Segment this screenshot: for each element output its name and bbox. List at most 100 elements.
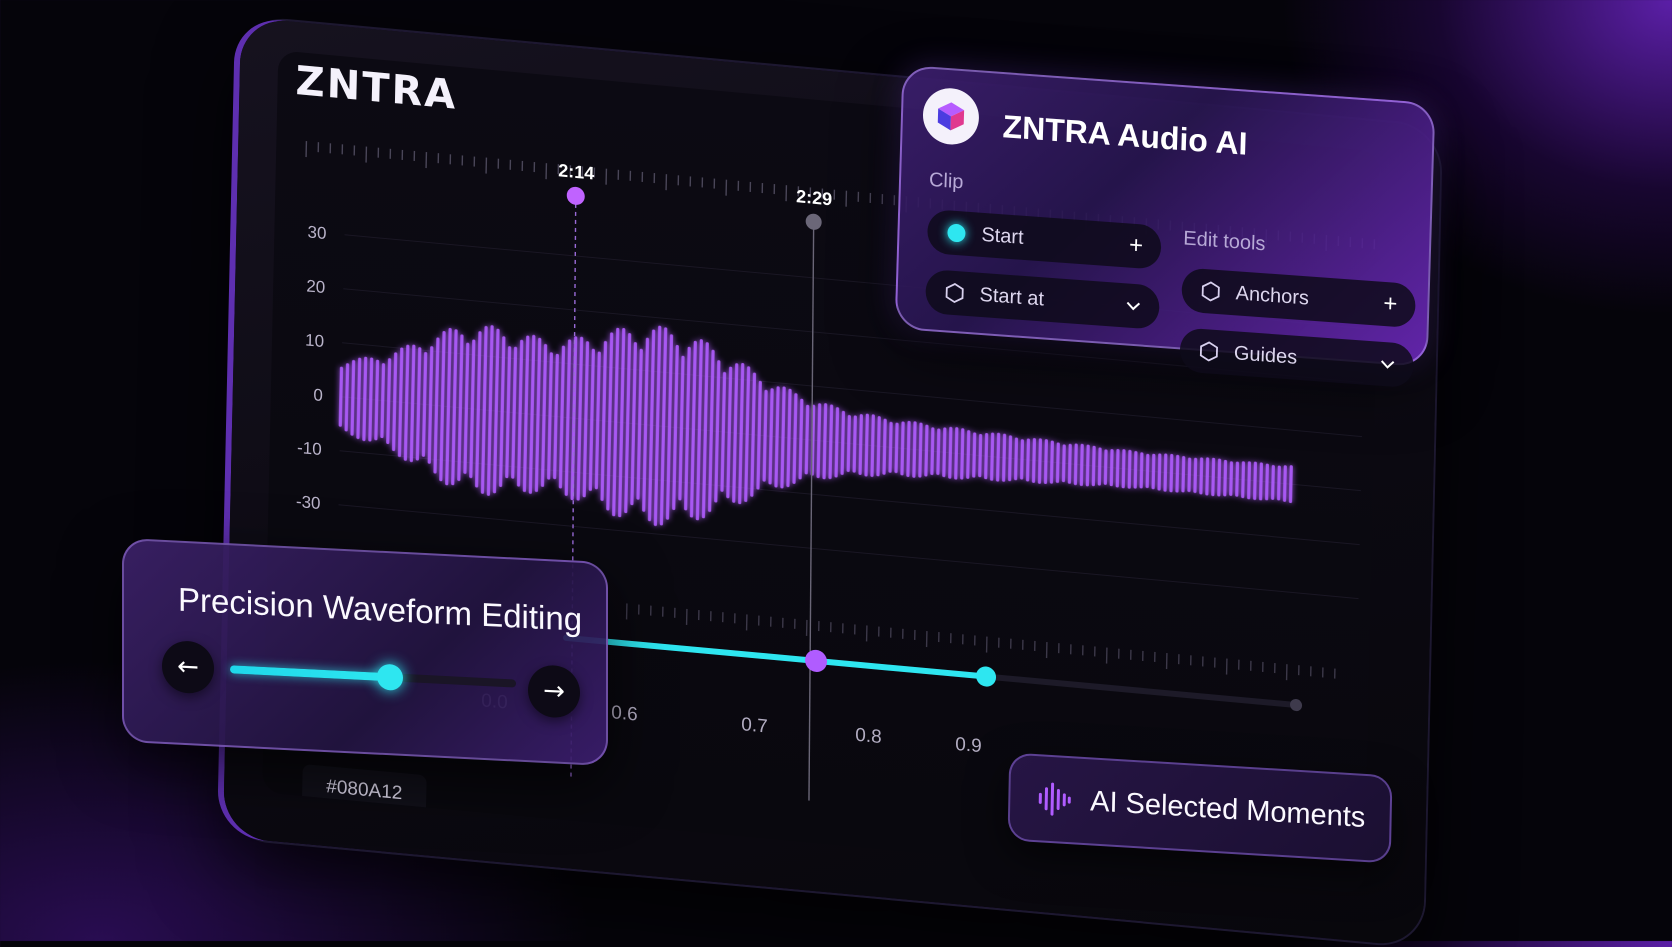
waveform-bar [614,329,618,514]
plus-icon[interactable]: + [1129,231,1144,260]
waveform-bar [1255,463,1256,498]
waveform-bar [459,336,462,479]
waveform-bar [578,338,582,499]
waveform-bar [728,368,731,496]
waveform-bar [710,351,713,510]
anchors-pill[interactable]: Anchors + [1181,267,1416,328]
clip-start-at-label: Start at [979,283,1044,311]
prev-arrow-button[interactable]: ← [162,640,214,695]
precision-title: Precision Waveform Editing [178,581,582,639]
waveform-bar [1039,440,1040,482]
timeline-end-dot [1290,699,1302,712]
waveform-bar [602,343,605,500]
waveform-bar [1219,460,1220,495]
marker-time-label: 2:29 [796,186,832,209]
plus-icon[interactable]: + [1383,290,1398,319]
timeline-playhead [805,649,827,673]
waveform-bar [758,382,760,487]
waveform-bar [776,388,778,486]
precision-slider-fill [230,665,390,681]
waveform-bar [465,344,468,472]
waveform-bar [1171,456,1172,491]
waveform-bar [1034,440,1035,482]
x-tick-label: 0.7 [741,714,768,737]
waveform-bar [572,338,576,499]
waveform-bar [1069,445,1070,482]
waveform-bar [1279,467,1280,499]
waveform-bar [830,406,832,477]
waveform-bar [1123,451,1124,487]
waveform-bar [1237,463,1238,495]
waveform-bar [806,406,807,472]
clip-start-pill[interactable]: Start + [927,209,1162,270]
waveform-bar [382,365,384,437]
clip-start-at-pill[interactable]: Start at [925,269,1160,330]
waveform-bar [1183,458,1184,491]
waveform-bar [932,429,933,473]
waveform-bar [667,336,671,518]
waveform-bar [884,420,885,473]
waveform-bar [794,395,796,483]
precision-slider-thumb[interactable] [377,664,403,691]
waveform-bar [854,417,855,471]
waveform-bar [986,435,987,478]
waveform-bar [974,434,975,476]
waveform-bar [364,358,366,439]
waveform-bar [435,339,438,472]
waveform-bar [1231,463,1232,494]
precision-slider[interactable] [230,665,516,687]
waveform-bar [746,368,749,500]
waveform-bar [507,348,510,477]
x-tick-label: 0.6 [611,702,638,725]
waveform-bar [1243,463,1244,497]
waveform-bar [417,349,419,459]
waveform-bar [596,353,599,488]
waveform-bar [388,360,390,443]
waveform-bar [722,374,725,491]
waveform-bar [902,423,903,474]
waveform-bar [1004,435,1005,480]
waveform-bar [908,423,909,476]
waveform-bar [1111,451,1112,485]
chevron-down-icon[interactable] [1125,300,1141,311]
waveform-bar [1159,455,1160,489]
waveform-bar [1075,445,1076,483]
waveform-bar [1177,456,1178,490]
marker-handle [567,186,585,206]
waveform-bar [1189,459,1190,490]
waveform-bar [519,341,522,485]
waveform-bar [896,424,897,471]
clip-label: Clip [929,169,964,194]
waveform-bar [638,350,641,498]
waveform-bar [370,359,372,440]
waveform-bar [697,341,701,519]
waveform-bar [1099,449,1100,484]
waveform-bar [1045,441,1046,483]
marker-time-label: 2:14 [558,160,594,183]
waveform-bar [956,429,957,478]
edit-tools-label: Edit tools [1183,227,1266,256]
waveform-bar [376,361,378,438]
ai-panel: ZNTRA Audio AI Clip Edit tools Start + S… [895,65,1436,367]
waveform-bar [1010,437,1011,480]
waveform-bar [590,350,593,489]
waveform-bar [703,344,707,517]
waveform-bar [536,339,539,490]
waveform-bar [411,346,414,460]
hexagon-icon [1199,280,1222,304]
clip-start-label: Start [981,223,1024,249]
y-tick-label: -10 [297,438,322,459]
waveform-bar [691,342,695,515]
y-tick-label: 10 [305,330,324,351]
waveform-bar [1213,459,1214,494]
waveform-bar [872,416,873,475]
next-arrow-button[interactable]: → [528,664,580,719]
waveform-bar [482,328,486,493]
y-tick-label: 30 [307,222,326,243]
hexagon-icon [1198,340,1221,364]
waveform-bar [1105,451,1106,483]
chevron-down-icon[interactable] [1379,359,1395,370]
waveform-bar [968,432,969,478]
precision-card: Precision Waveform Editing ← → [122,538,608,766]
waveform-bar [501,338,504,486]
